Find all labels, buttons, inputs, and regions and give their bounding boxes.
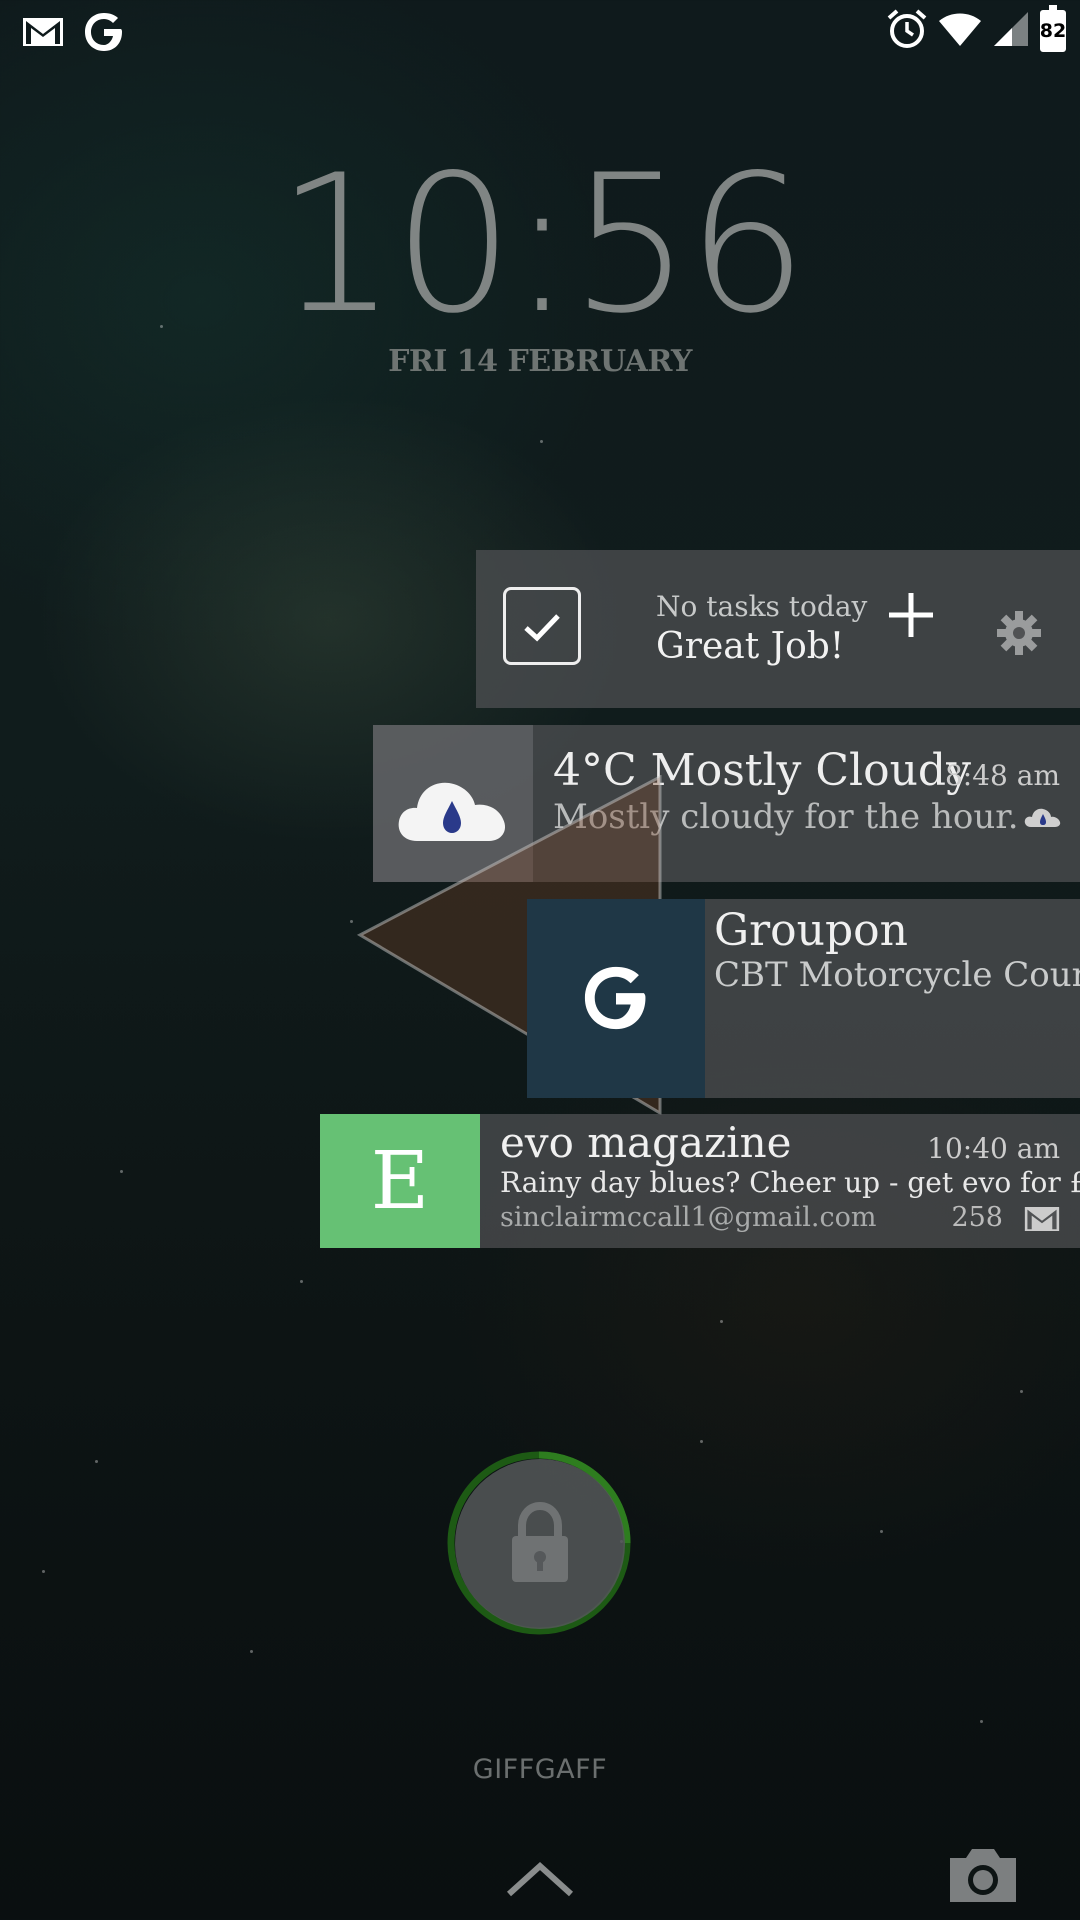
email-notification[interactable]: E evo magazine 10:40 am Rainy day blues?… [320,1114,1080,1248]
alarm-icon [886,8,928,54]
checkbox-icon [503,587,581,665]
email-time: 10:40 am [927,1132,1060,1165]
weather-time: 8:48 am [944,759,1060,792]
battery-level: 82 [1039,20,1067,42]
tasks-subtitle: No tasks today [656,590,868,623]
groupon-notification[interactable]: Groupon CBT Motorcycle Course [527,899,1080,1098]
signal-icon [992,10,1030,52]
status-bar: 82 [0,0,1080,64]
gmail-icon [1024,1206,1060,1236]
carrier-label: GIFFGAFF [472,1754,608,1785]
groupon-description: CBT Motorcycle Course [714,955,1080,995]
wifi-icon [938,11,982,51]
email-sender: evo magazine [500,1118,792,1167]
groupon-title: Groupon [714,905,909,956]
settings-button[interactable] [996,610,1042,656]
clock-date: FRI 14 FEBRUARY [388,344,692,379]
camera-icon[interactable] [946,1846,1020,1904]
small-rain-cloud-icon [1024,805,1062,833]
groupon-logo [527,899,705,1098]
email-account: sinclairmccall1@gmail.com [500,1202,877,1233]
google-icon [82,10,126,58]
email-count: 258 [951,1202,1003,1233]
add-task-button[interactable] [886,590,936,640]
email-subject: Rainy day blues? Cheer up - get evo for … [500,1166,1080,1199]
sender-avatar: E [320,1114,480,1248]
gear-icon [997,611,1041,655]
chevron-up-icon[interactable] [505,1860,575,1900]
groupon-g-icon [584,966,646,1030]
lock-icon [512,1502,568,1582]
clock-time: 10:56 [276,134,808,355]
battery-icon: 82 [1039,5,1067,52]
tasks-title: Great Job! [656,626,845,667]
tasks-widget[interactable]: No tasks today Great Job! [476,550,1080,708]
plus-icon [889,593,933,637]
gmail-icon [22,17,64,51]
